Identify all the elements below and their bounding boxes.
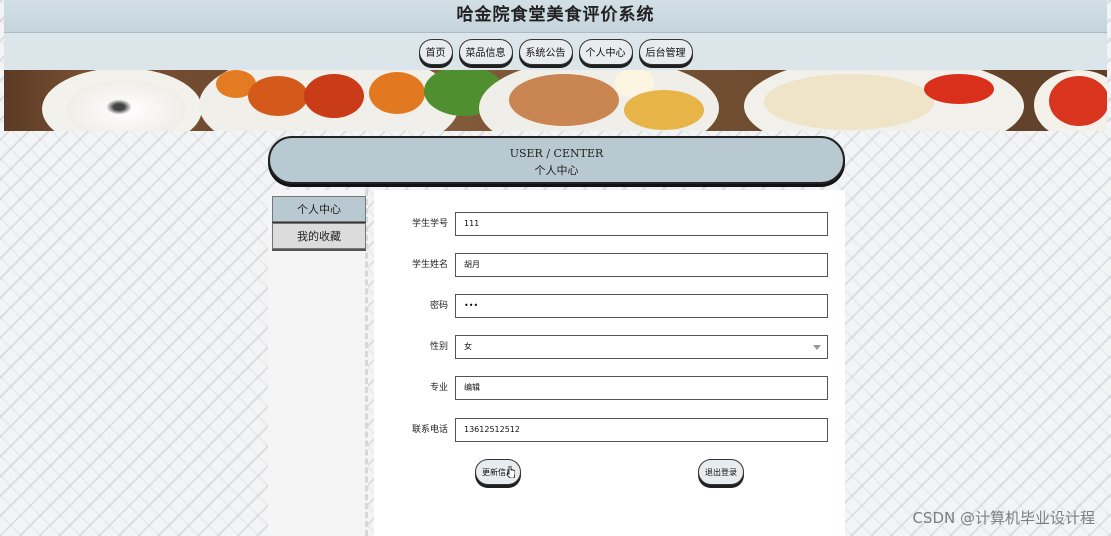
- section-header: USER / CENTER 个人中心: [268, 136, 845, 184]
- student-id-field[interactable]: 111: [455, 212, 828, 236]
- title-bar: 哈金院食堂美食评价系统: [4, 0, 1107, 33]
- sesame-topping: [104, 98, 134, 116]
- major-field[interactable]: 编辑: [455, 376, 828, 400]
- corn: [624, 90, 704, 130]
- form-row-student-id: 学生学号 111: [374, 212, 845, 236]
- sidebar-item-favorites[interactable]: 我的收藏: [272, 223, 366, 249]
- nav-home-button[interactable]: 首页: [418, 38, 453, 65]
- password-label: 密码: [429, 301, 448, 311]
- main-nav: 首页 菜品信息 系统公告 个人中心 后台管理: [4, 33, 1107, 70]
- section-title-en: USER / CENTER: [509, 147, 604, 160]
- student-name-label: 学生姓名: [411, 260, 448, 270]
- chili-sauce: [1049, 76, 1107, 126]
- profile-form: 学生学号 111 学生姓名 胡月 密码 ••• 性别 女 专业 编辑 联系电话 …: [374, 190, 845, 536]
- logout-button[interactable]: 退出登录: [698, 459, 744, 485]
- fried-food: [369, 72, 425, 114]
- page-title: 哈金院食堂美食评价系统: [456, 5, 655, 25]
- major-label: 专业: [429, 383, 448, 393]
- hand-cursor-icon: [507, 466, 515, 478]
- noodles: [509, 74, 619, 126]
- pepper: [924, 74, 994, 104]
- sidebar-item-user-center[interactable]: 个人中心: [272, 196, 366, 222]
- chevron-down-icon: [813, 345, 821, 350]
- food-banner: [4, 70, 1107, 131]
- form-row-password: 密码 •••: [374, 294, 845, 318]
- nav-admin-button[interactable]: 后台管理: [638, 38, 693, 65]
- fried-food: [248, 76, 308, 116]
- nav-announcements-button[interactable]: 系统公告: [518, 38, 573, 65]
- gender-value: 女: [464, 342, 472, 351]
- form-row-student-name: 学生姓名 胡月: [374, 253, 845, 277]
- update-info-button[interactable]: 更新信息: [475, 459, 521, 485]
- student-id-label: 学生学号: [411, 219, 448, 229]
- password-field[interactable]: •••: [455, 294, 828, 318]
- gender-select[interactable]: 女: [455, 335, 828, 359]
- watermark: CSDN @计算机毕业设计程: [912, 509, 1095, 527]
- student-name-field[interactable]: 胡月: [455, 253, 828, 277]
- sauce-dish: [304, 74, 364, 118]
- section-title-cn: 个人中心: [534, 164, 579, 177]
- form-row-gender: 性别 女: [374, 335, 845, 359]
- chicken: [764, 74, 934, 130]
- nav-dishes-button[interactable]: 菜品信息: [458, 38, 513, 65]
- form-row-major: 专业 编辑: [374, 376, 845, 400]
- nav-user-center-button[interactable]: 个人中心: [578, 38, 633, 65]
- phone-field[interactable]: 13612512512: [455, 418, 828, 442]
- phone-label: 联系电话: [411, 425, 448, 435]
- gender-label: 性别: [429, 342, 448, 352]
- form-row-phone: 联系电话 13612512512: [374, 418, 845, 442]
- sidebar: 个人中心 我的收藏: [268, 190, 368, 536]
